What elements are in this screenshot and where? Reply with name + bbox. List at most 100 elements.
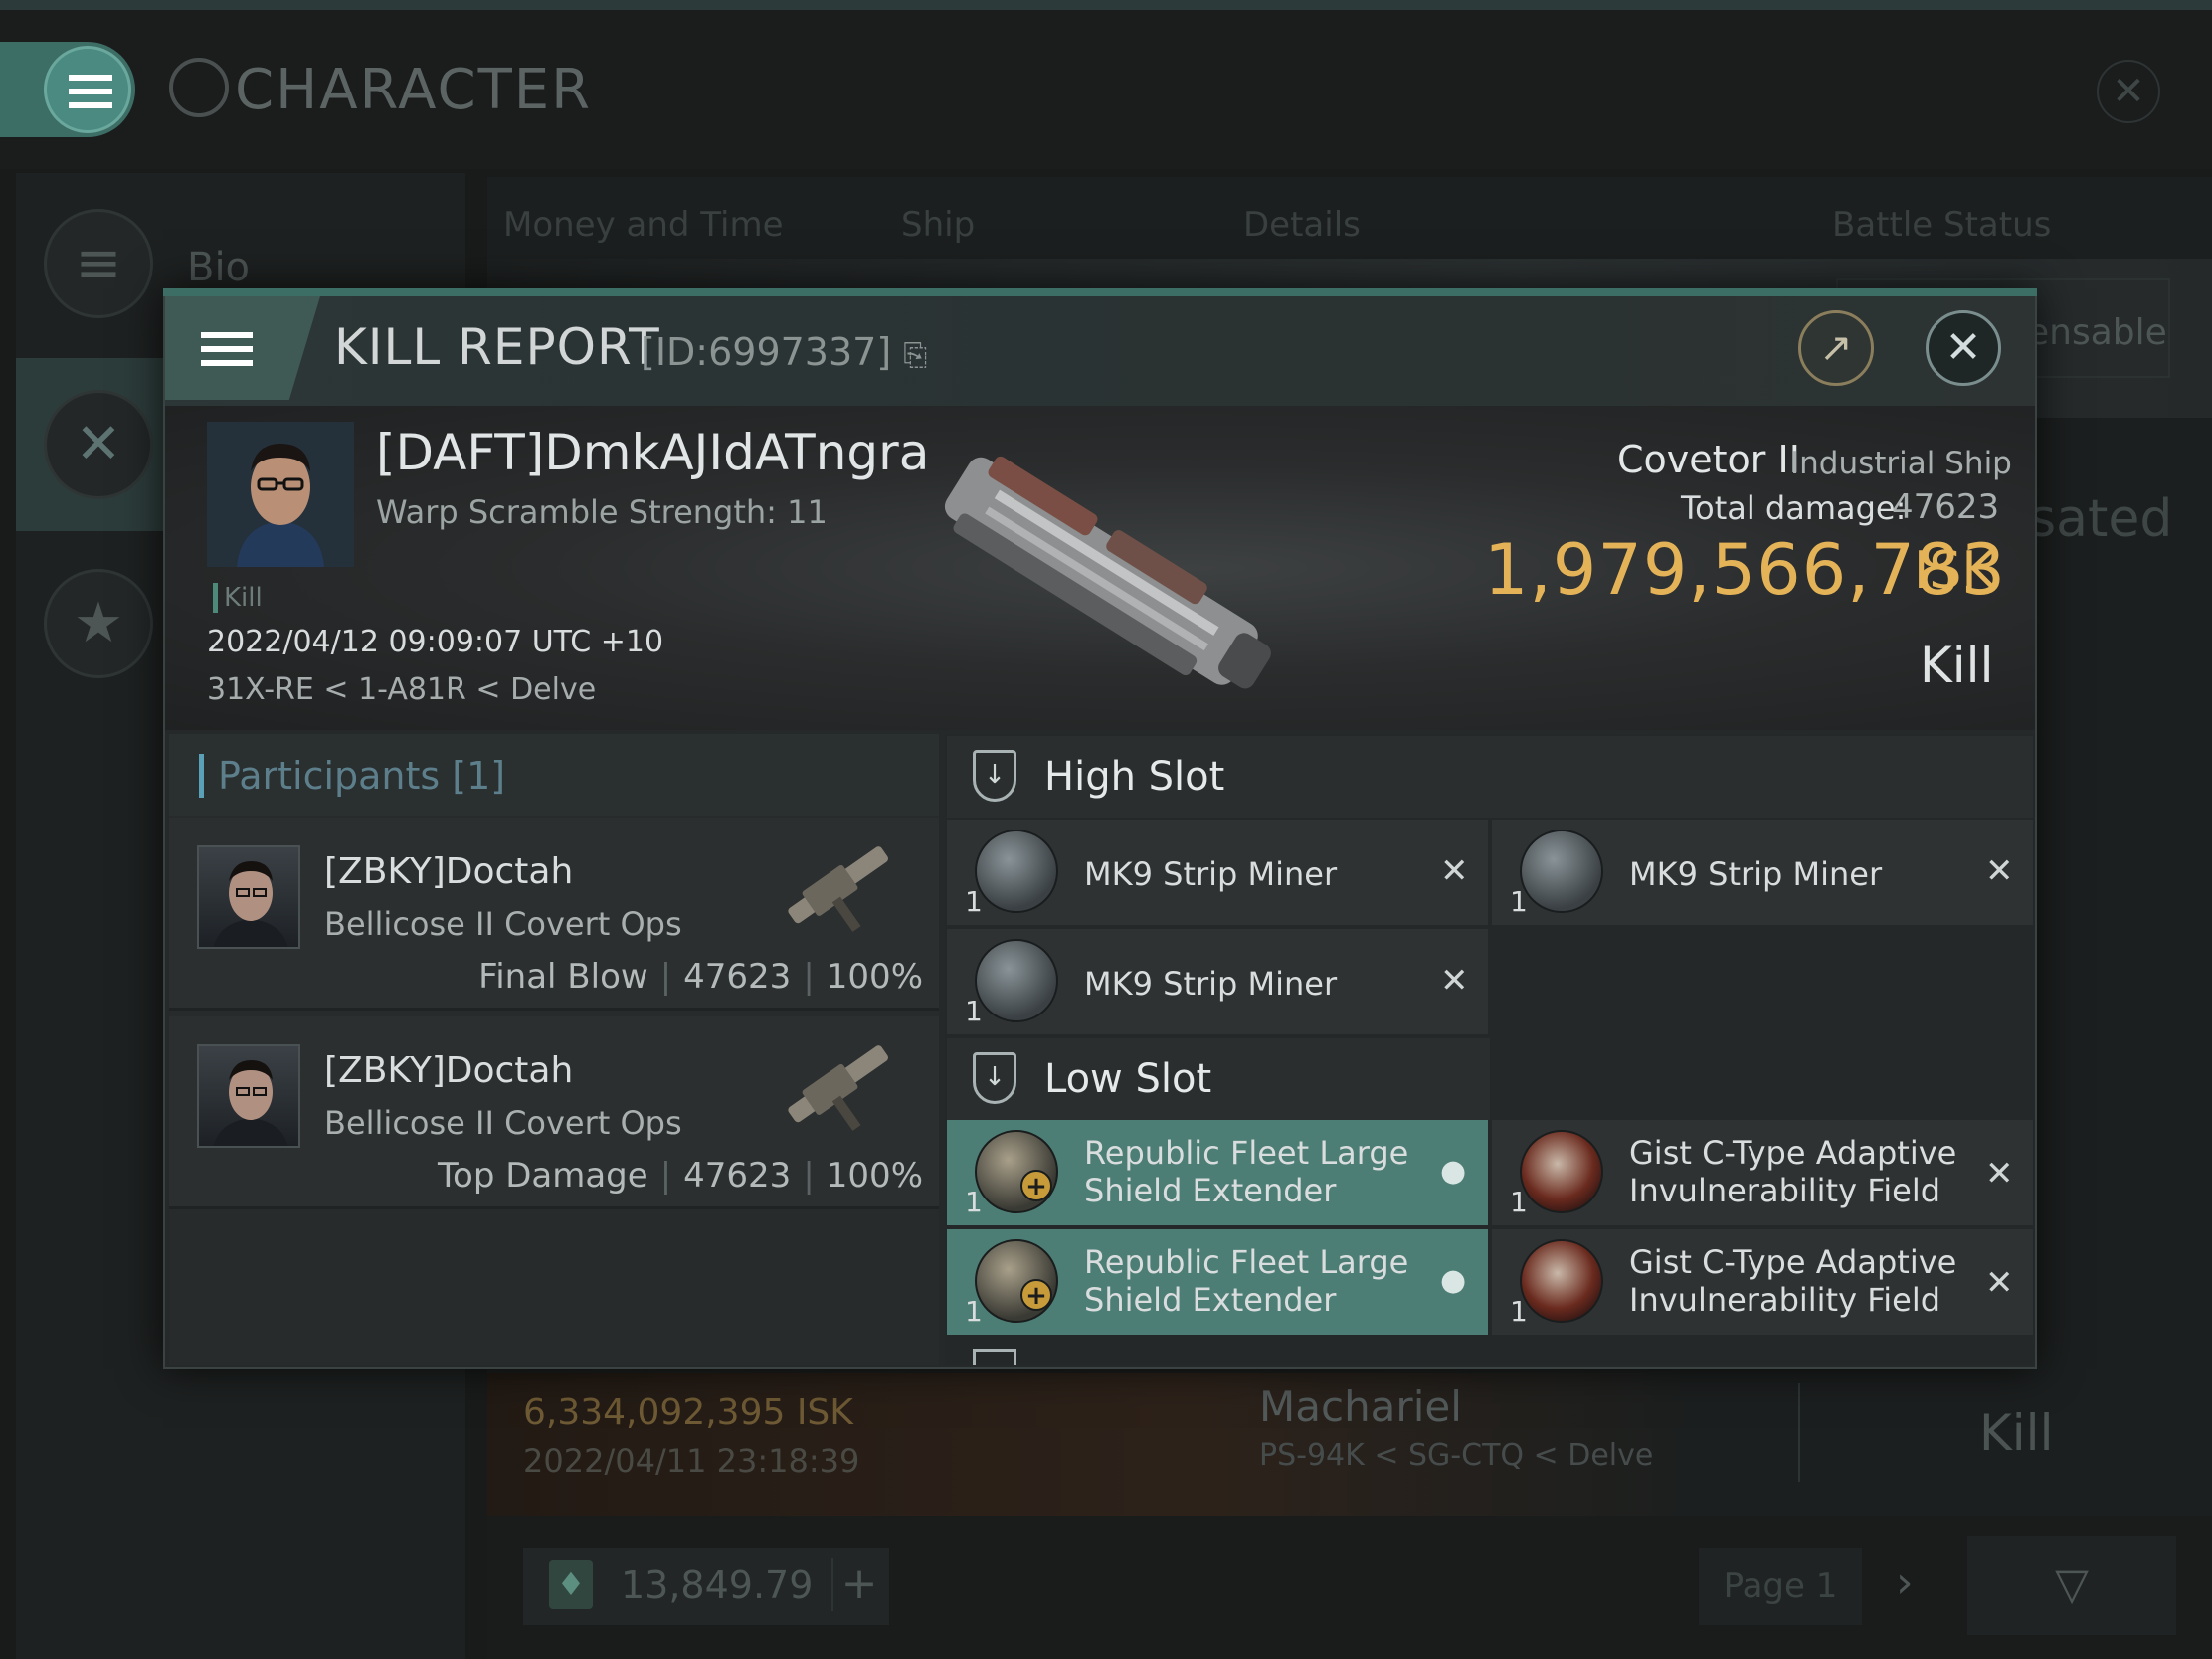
wallet-add-button[interactable]: +: [831, 1558, 885, 1611]
destroyed-icon: ✕: [1985, 1154, 2014, 1194]
module-qty: 1: [965, 1295, 983, 1328]
kill-row-isk: 6,334,092,395 ISK: [523, 1392, 853, 1433]
kill-row-date: 2022/04/11 23:18:39: [523, 1442, 860, 1480]
kill-location[interactable]: 31X-RE < 1-A81R < Delve: [207, 672, 596, 707]
export-button[interactable]: ↗: [1798, 310, 1874, 386]
isk-unit: ISK: [1914, 541, 1996, 601]
participant-damage: 47623: [683, 957, 792, 997]
tab-ship[interactable]: Ship: [901, 205, 975, 245]
tab-details[interactable]: Details: [1243, 205, 1361, 245]
module-name: Gist C-Type Adaptive Invulnerability Fie…: [1629, 1134, 1957, 1209]
total-damage-value: 47623: [1892, 487, 2000, 527]
destroyed-icon: ✕: [1985, 1263, 2014, 1303]
kill-tag: Kill: [213, 583, 263, 613]
victim-portrait[interactable]: [207, 422, 354, 567]
tab-battle-status[interactable]: Battle Status: [1832, 205, 2051, 245]
combat-icon: ✕: [44, 390, 153, 499]
plus-icon: +: [1020, 1279, 1052, 1311]
kill-datetime: 2022/04/12 09:09:07 UTC +10: [207, 625, 664, 659]
export-icon: ↗: [1819, 325, 1853, 371]
participant-stats: Top Damage | 47623 | 100%: [438, 1156, 923, 1196]
sidebar-item-bio-label: Bio: [187, 245, 251, 290]
plus-icon: +: [1020, 1170, 1052, 1201]
destroyed-icon: ✕: [1440, 851, 1469, 891]
wallet-icon: ♦: [549, 1560, 593, 1609]
kill-row-status: Kill: [1979, 1404, 2054, 1462]
module-qty: 1: [1510, 1295, 1528, 1328]
participant-portrait[interactable]: [197, 1044, 300, 1148]
participant-weapon-icon: [776, 824, 905, 953]
strip-miner-icon: [1520, 830, 1603, 913]
low-slot-title: Low Slot: [1044, 1056, 1212, 1102]
module-qty: 1: [965, 995, 983, 1027]
participant-portrait[interactable]: [197, 845, 300, 949]
destroyed-icon: ✕: [1440, 961, 1469, 1001]
participant-weapon-icon: [776, 1022, 905, 1152]
module-qty: 1: [1510, 885, 1528, 918]
tab-money-and-time[interactable]: Money and Time: [503, 205, 784, 245]
close-button[interactable]: ✕: [1926, 310, 2001, 386]
strip-miner-icon: [975, 939, 1058, 1022]
copy-icon[interactable]: ⎘: [903, 338, 927, 373]
invulnerability-field-icon: [1520, 1239, 1603, 1323]
participant-ship: Bellicose II Covert Ops: [324, 905, 682, 943]
participant-percent: 100%: [826, 957, 923, 997]
person-icon: ●: [1440, 1154, 1467, 1189]
module-name: Gist C-Type Adaptive Invulnerability Fie…: [1629, 1243, 1957, 1319]
filter-button[interactable]: ▽: [1967, 1536, 2176, 1635]
module-qty: 1: [1510, 1186, 1528, 1218]
star-icon: ★: [44, 569, 153, 678]
module-name: MK9 Strip Miner: [1084, 855, 1338, 893]
menu-icon: [69, 75, 112, 81]
kill-row-location: PS-94K < SG-CTQ < Delve: [1259, 1438, 1654, 1473]
low-slot-header: [947, 1038, 1490, 1120]
next-page-button[interactable]: ›: [1896, 1558, 1914, 1608]
background-text-fragment: sated: [2029, 489, 2173, 549]
ship-render[interactable]: [895, 428, 1313, 706]
bio-icon: ≡: [44, 209, 153, 318]
wallet-value: 13,849.79: [621, 1564, 814, 1607]
kill-report-id[interactable]: [ID:6997337] ⎘: [641, 330, 927, 374]
kill-row-ship: Machariel: [1259, 1382, 1462, 1431]
app-menu-button[interactable]: [44, 46, 131, 133]
module-name: MK9 Strip Miner: [1629, 855, 1883, 893]
app-title: CHARACTER: [235, 58, 593, 122]
kill-report-id-text: [ID:6997337]: [641, 330, 892, 374]
participant-percent: 100%: [826, 1156, 923, 1196]
participant-role: Top Damage: [438, 1156, 648, 1196]
kill-status: Kill: [1920, 637, 1994, 694]
module-name: MK9 Strip Miner: [1084, 965, 1338, 1003]
total-damage-label: Total damage:: [1681, 489, 1907, 527]
module-qty: 1: [965, 885, 983, 918]
participant-ship: Bellicose II Covert Ops: [324, 1104, 682, 1142]
module-name: Republic Fleet Large Shield Extender: [1084, 1134, 1409, 1209]
invulnerability-field-icon: [1520, 1130, 1603, 1213]
character-logo-icon: [169, 58, 229, 117]
slot-icon: ↓: [973, 1052, 1016, 1104]
menu-icon: [201, 332, 253, 338]
module-qty: 1: [965, 1186, 983, 1218]
high-slot-title: High Slot: [1044, 754, 1225, 800]
filter-icon: ▽: [2055, 1560, 2089, 1610]
participants-title: Participants [1]: [199, 754, 505, 798]
slot-icon: ↓: [973, 750, 1016, 802]
ship-class: Industrial Ship: [1790, 446, 2012, 481]
page-indicator: Page 1: [1699, 1548, 1862, 1625]
modal-accent-line: [163, 288, 2037, 296]
participant-role: Final Blow: [478, 957, 648, 997]
victim-name[interactable]: [DAFT]DmkAJIdATngra: [376, 424, 929, 481]
modal-title: KILL REPORT: [334, 318, 660, 376]
person-icon: ●: [1440, 1263, 1467, 1298]
strip-miner-icon: [975, 830, 1058, 913]
window-top-strip: [0, 0, 2212, 10]
participant-name[interactable]: [ZBKY]Doctah: [324, 851, 573, 892]
participant-stats: Final Blow | 47623 | 100%: [478, 957, 923, 997]
app-close-button[interactable]: ✕: [2097, 60, 2160, 123]
participant-damage: 47623: [683, 1156, 792, 1196]
participant-name[interactable]: [ZBKY]Doctah: [324, 1050, 573, 1091]
close-icon: ✕: [1944, 322, 1982, 373]
ship-name[interactable]: Covetor II: [1617, 438, 1800, 481]
module-name: Republic Fleet Large Shield Extender: [1084, 1243, 1409, 1319]
kill-row-divider: [1798, 1382, 1800, 1482]
destroyed-icon: ✕: [1985, 851, 2014, 891]
